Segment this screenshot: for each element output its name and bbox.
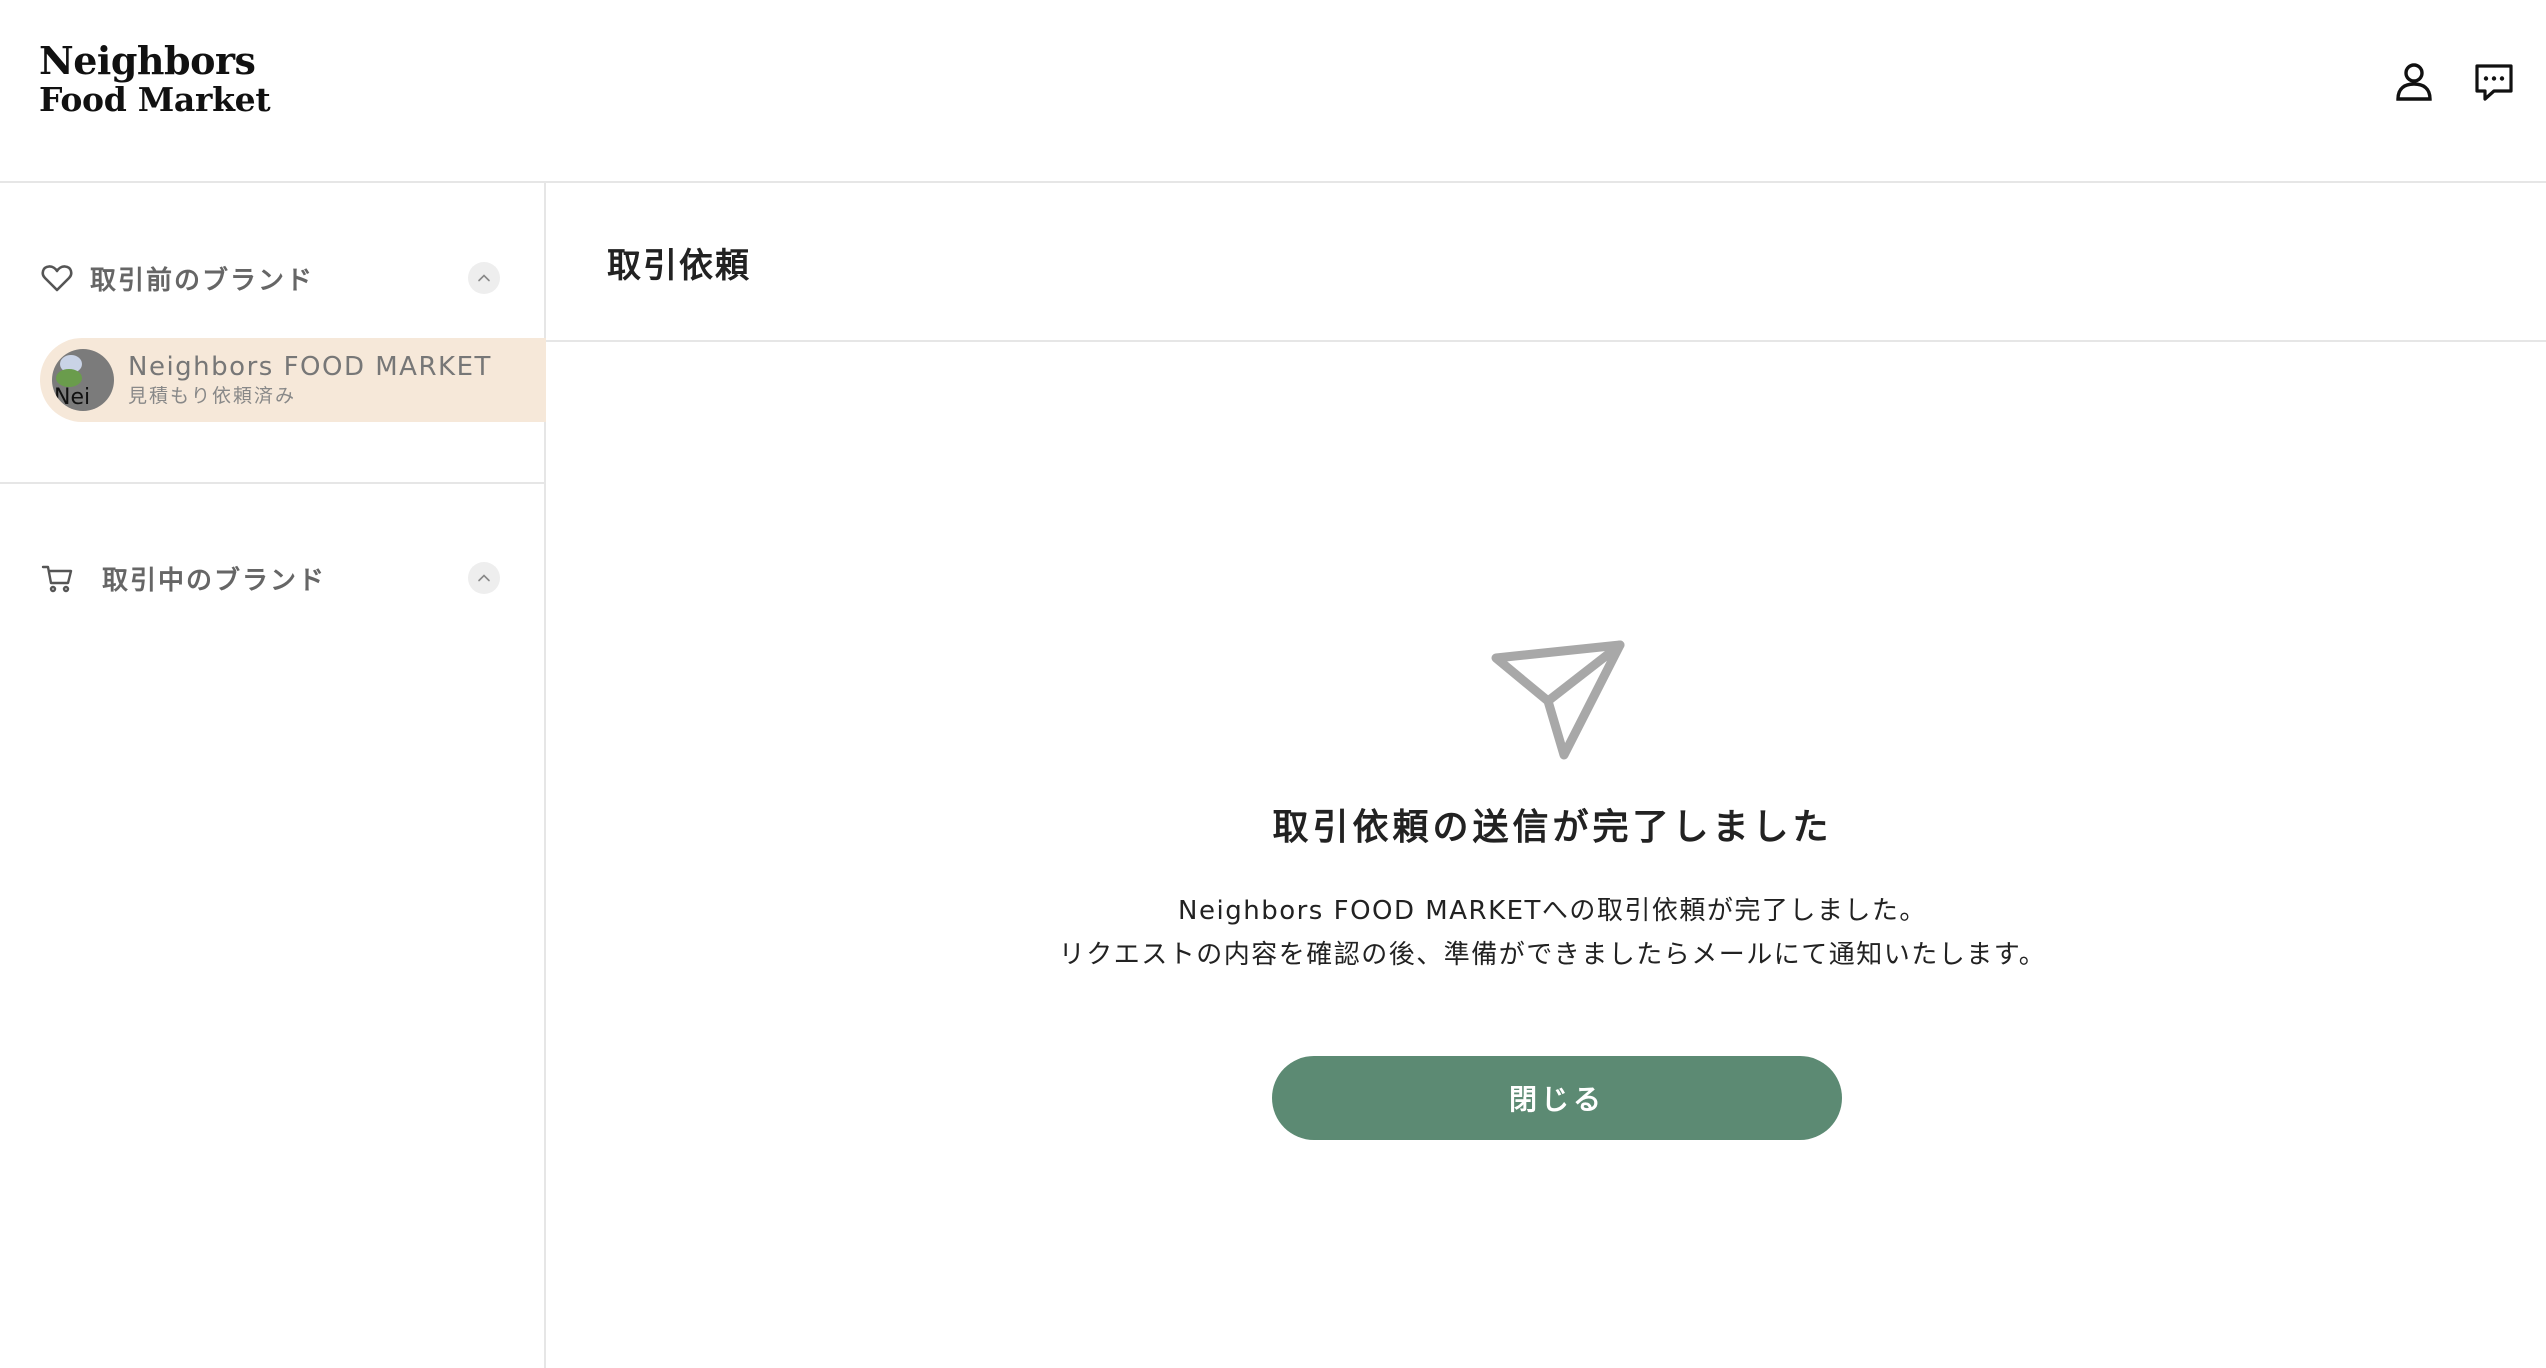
completion-message: Neighbors FOOD MARKETへの取引依頼が完了しました。 リクエス… (546, 889, 2546, 977)
logo-line1: Neighbors (39, 38, 256, 83)
logo[interactable]: Neighbors Food Market (39, 38, 271, 119)
paper-plane-icon (1484, 638, 1634, 768)
sidebar: 取引前のブランド Nei Neighbors FOOD MARKET 見積もり依… (0, 183, 546, 1368)
active-brands-title: 取引中のブランド (102, 565, 327, 596)
cart-icon (40, 561, 74, 595)
completion-message-line2: リクエストの内容を確認の後、準備ができましたらメールにて通知いたします。 (1058, 940, 2047, 970)
page-title: 取引依頼 (607, 246, 751, 286)
close-button[interactable]: 閉じる (1272, 1056, 1842, 1140)
app-header: Neighbors Food Market (0, 0, 2546, 183)
sidebar-divider (0, 482, 546, 484)
main-content: 取引依頼 取引依頼の送信が完了しました Neighbors FOOD MARKE… (546, 183, 2546, 1368)
completion-message-line1: Neighbors FOOD MARKETへの取引依頼が完了しました。 (1178, 896, 1927, 926)
chevron-up-icon[interactable] (468, 262, 500, 294)
active-brands-header[interactable]: 取引中のブランド (40, 558, 500, 598)
avatar-alt-text: Nei (54, 385, 91, 410)
chat-icon[interactable] (2470, 58, 2518, 106)
pending-brands-title: 取引前のブランド (90, 265, 315, 296)
user-icon[interactable] (2390, 58, 2438, 106)
avatar: Nei (52, 349, 114, 411)
brand-name: Neighbors FOOD MARKET (128, 351, 492, 382)
logo-line2: Food Market (39, 80, 271, 119)
chevron-up-icon[interactable] (468, 562, 500, 594)
brand-status: 見積もり依頼済み (128, 384, 297, 407)
title-divider (546, 340, 2546, 342)
heart-icon (40, 261, 74, 295)
sidebar-item-neighbors-food-market[interactable]: Nei Neighbors FOOD MARKET 見積もり依頼済み (40, 338, 546, 422)
pending-brands-header[interactable]: 取引前のブランド (40, 258, 500, 298)
completion-title: 取引依頼の送信が完了しました (1272, 807, 1833, 848)
